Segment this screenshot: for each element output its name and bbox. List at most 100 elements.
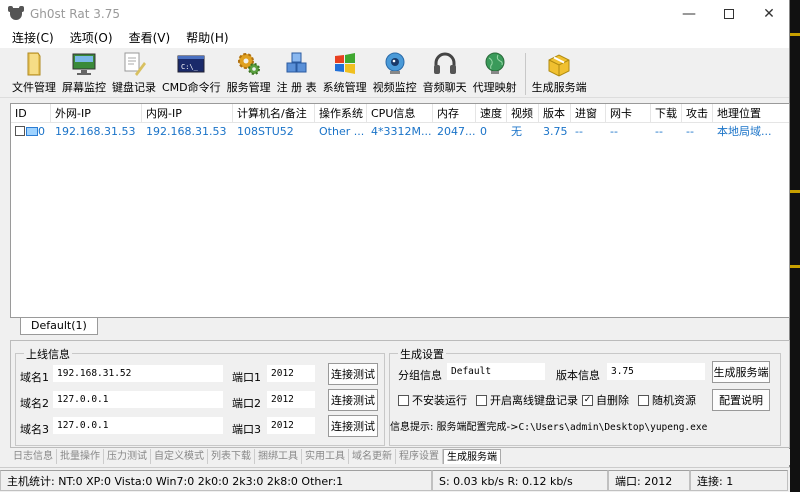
random-resource-label: 随机资源	[652, 394, 696, 407]
col-location[interactable]: 地理位置	[713, 104, 771, 123]
computer-icon	[26, 127, 38, 136]
status-port: 端口: 2012	[608, 470, 690, 491]
random-resource-checkbox[interactable]: 随机资源	[638, 392, 696, 408]
tab-custom-mode[interactable]: 自定义模式	[151, 449, 208, 464]
col-lan-ip[interactable]: 内网-IP	[142, 104, 233, 123]
group-info-label: 分组信息	[398, 369, 442, 382]
domain1-input[interactable]: 192.168.31.52	[52, 364, 224, 383]
test-connection-2-button[interactable]: 连接测试	[328, 389, 378, 411]
domain2-input[interactable]: 127.0.0.1	[52, 390, 224, 409]
col-video[interactable]: 视频	[507, 104, 539, 123]
title-bar: Gh0st Rat 3.75 — ✕	[0, 0, 789, 27]
col-wan-ip[interactable]: 外网-IP	[51, 104, 142, 123]
tab-batch[interactable]: 批量操作	[57, 449, 104, 464]
audio-chat-button[interactable]: 音频聊天	[421, 50, 469, 97]
monitor-icon	[70, 50, 98, 78]
col-attack[interactable]: 攻击	[682, 104, 713, 123]
row-cpu: 4*3312M...	[371, 125, 432, 138]
offline-keylog-checkbox[interactable]: 开启离线键盘记录	[476, 392, 578, 408]
tab-program-settings[interactable]: 程序设置	[396, 449, 443, 464]
tab-default-group[interactable]: Default(1)	[20, 318, 98, 335]
col-cpu[interactable]: CPU信息	[367, 104, 433, 123]
offline-keylog-label: 开启离线键盘记录	[490, 394, 578, 407]
row-os: Other ...	[319, 125, 365, 138]
keylogger-button[interactable]: 键盘记录	[110, 50, 158, 97]
test-connection-1-button[interactable]: 连接测试	[328, 363, 378, 385]
cmd-button[interactable]: C:\_ CMD命令行	[160, 50, 223, 97]
col-computer-name[interactable]: 计算机名/备注	[233, 104, 315, 123]
build-settings-legend: 生成设置	[398, 346, 446, 362]
table-row[interactable]: 0 192.168.31.53 192.168.31.53 108STU52 O…	[11, 123, 789, 140]
no-install-checkbox-box	[398, 394, 409, 406]
col-window[interactable]: 进窗	[571, 104, 606, 123]
tab-build-server[interactable]: 生成服务端	[443, 449, 501, 464]
screen-monitor-button[interactable]: 屏幕监控	[60, 50, 108, 97]
tab-utilities[interactable]: 实用工具	[302, 449, 349, 464]
tab-list-download[interactable]: 列表下载	[208, 449, 255, 464]
tab-domain-update[interactable]: 域名更新	[349, 449, 396, 464]
settings-panel: 上线信息 域名1 192.168.31.52 端口1 2012 连接测试 域名2…	[10, 340, 790, 448]
self-delete-checkbox[interactable]: ✓ 自删除	[582, 392, 629, 408]
menu-options[interactable]: 选项(O)	[70, 29, 113, 46]
close-button[interactable]: ✕	[749, 0, 789, 27]
minimize-button[interactable]: —	[669, 0, 709, 27]
col-memory[interactable]: 内存	[433, 104, 476, 123]
checkmark-icon: ✓	[582, 394, 593, 406]
menu-bar: 连接(C) 选项(O) 查看(V) 帮助(H)	[0, 27, 789, 48]
window-title: Gh0st Rat 3.75	[30, 6, 120, 21]
col-download[interactable]: 下载	[651, 104, 682, 123]
headphones-icon	[431, 50, 459, 78]
port2-input[interactable]: 2012	[266, 390, 316, 409]
tab-bind-tool[interactable]: 捆绑工具	[255, 449, 302, 464]
close-icon: ✕	[763, 5, 775, 22]
system-manager-button[interactable]: 系统管理	[321, 50, 369, 97]
col-os[interactable]: 操作系统	[315, 104, 367, 123]
host-list[interactable]: ID 外网-IP 内网-IP 计算机名/备注 操作系统 CPU信息 内存 速度 …	[10, 103, 790, 318]
row-id: 0	[38, 125, 45, 138]
status-host-stats: 主机统计: NT:0 XP:0 Vista:0 Win7:0 2k0:0 2k3…	[0, 470, 432, 491]
tab-log[interactable]: 日志信息	[10, 449, 57, 464]
row-location: 本地局域...	[717, 125, 771, 138]
row-checkbox[interactable]	[15, 126, 25, 136]
row-memory: 2047...	[437, 125, 476, 138]
group-info-input[interactable]: Default	[446, 362, 546, 381]
service-manager-button[interactable]: 服务管理	[225, 50, 273, 97]
registry-cubes-icon	[283, 50, 311, 78]
domain1-label: 域名1	[20, 371, 49, 384]
random-resource-checkbox-box	[638, 394, 649, 406]
file-manager-button[interactable]: 文件管理	[10, 50, 58, 97]
port3-input[interactable]: 2012	[266, 416, 316, 435]
test-connection-3-button[interactable]: 连接测试	[328, 415, 378, 437]
no-install-label: 不安装运行	[412, 394, 467, 407]
build-server-button[interactable]: 生成服务端	[530, 50, 589, 97]
row-version: 3.75	[543, 125, 568, 138]
menu-view[interactable]: 查看(V)	[129, 29, 171, 46]
no-install-checkbox[interactable]: 不安装运行	[398, 392, 467, 408]
bottom-tabs: 日志信息 批量操作 压力测试 自定义模式 列表下载 捆绑工具 实用工具 域名更新…	[10, 449, 790, 465]
proxy-mapping-button[interactable]: 代理映射	[471, 50, 519, 97]
port1-input[interactable]: 2012	[266, 364, 316, 383]
row-computer-name: 108STU52	[237, 125, 294, 138]
row-download: --	[655, 125, 663, 138]
menu-connect[interactable]: 连接(C)	[12, 29, 54, 46]
menu-help[interactable]: 帮助(H)	[186, 29, 228, 46]
info-message: 信息提示: 服务端配置完成->C:\Users\admin\Desktop\yu…	[390, 418, 707, 433]
col-nic[interactable]: 网卡	[606, 104, 651, 123]
row-speed: 0	[480, 125, 487, 138]
maximize-button[interactable]	[709, 0, 749, 27]
domain3-input[interactable]: 127.0.0.1	[52, 416, 224, 435]
config-help-button[interactable]: 配置说明	[712, 389, 770, 411]
tab-stress-test[interactable]: 压力测试	[104, 449, 151, 464]
video-monitor-button[interactable]: 视频监控	[371, 50, 419, 97]
version-info-label: 版本信息	[556, 369, 600, 382]
col-speed[interactable]: 速度	[476, 104, 507, 123]
build-server-generate-button[interactable]: 生成服务端	[712, 361, 770, 383]
col-id[interactable]: ID	[11, 104, 51, 123]
toolbar: 文件管理 屏幕监控 键盘记录 C:\_ CMD命令行 服务管理 注 册 表 系统…	[0, 48, 789, 98]
registry-button[interactable]: 注 册 表	[275, 50, 319, 97]
version-info-input[interactable]: 3.75	[606, 362, 706, 381]
terminal-icon: C:\_	[177, 50, 205, 78]
col-version[interactable]: 版本	[539, 104, 571, 123]
svg-text:C:\_: C:\_	[181, 63, 199, 71]
minimize-icon: —	[682, 5, 696, 22]
